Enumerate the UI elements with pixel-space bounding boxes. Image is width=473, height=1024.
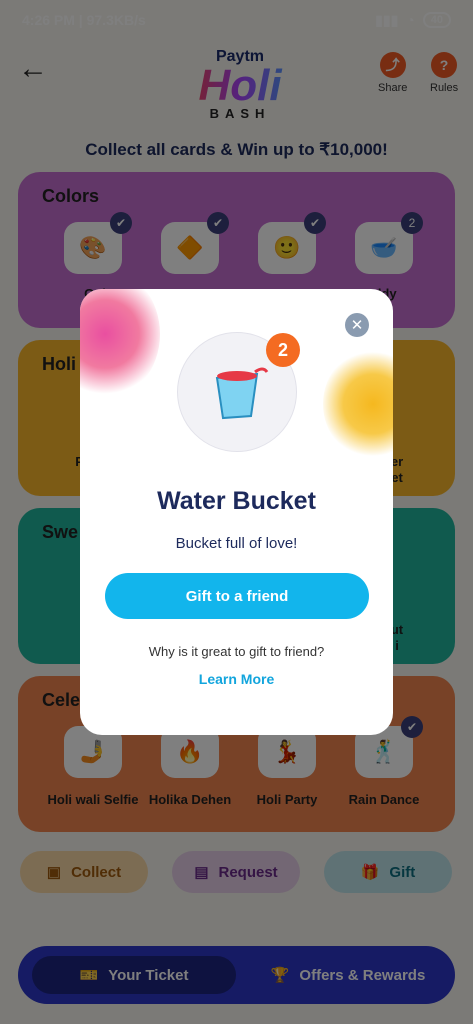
app-screen: 4:26 PM | 97.3KB/s ▮▮▮ ◔ 40 ← Paytm Holi… (0, 0, 473, 1024)
learn-more-link[interactable]: Learn More (80, 671, 393, 687)
gift-info-text: Why is it great to gift to friend? (148, 644, 325, 659)
close-icon[interactable]: ✕ (345, 313, 369, 337)
bucket-icon (215, 367, 269, 420)
color-splash-yellow (323, 349, 393, 459)
color-splash-pink (80, 289, 160, 399)
card-count-badge: 2 (266, 333, 300, 367)
gift-to-friend-button[interactable]: Gift to a friend (105, 573, 369, 619)
card-detail-modal: ✕ 2 Water Bucket Bucket full of love! Gi… (80, 289, 393, 735)
card-title: Water Bucket (157, 487, 316, 515)
card-subtitle: Bucket full of love! (175, 535, 298, 552)
